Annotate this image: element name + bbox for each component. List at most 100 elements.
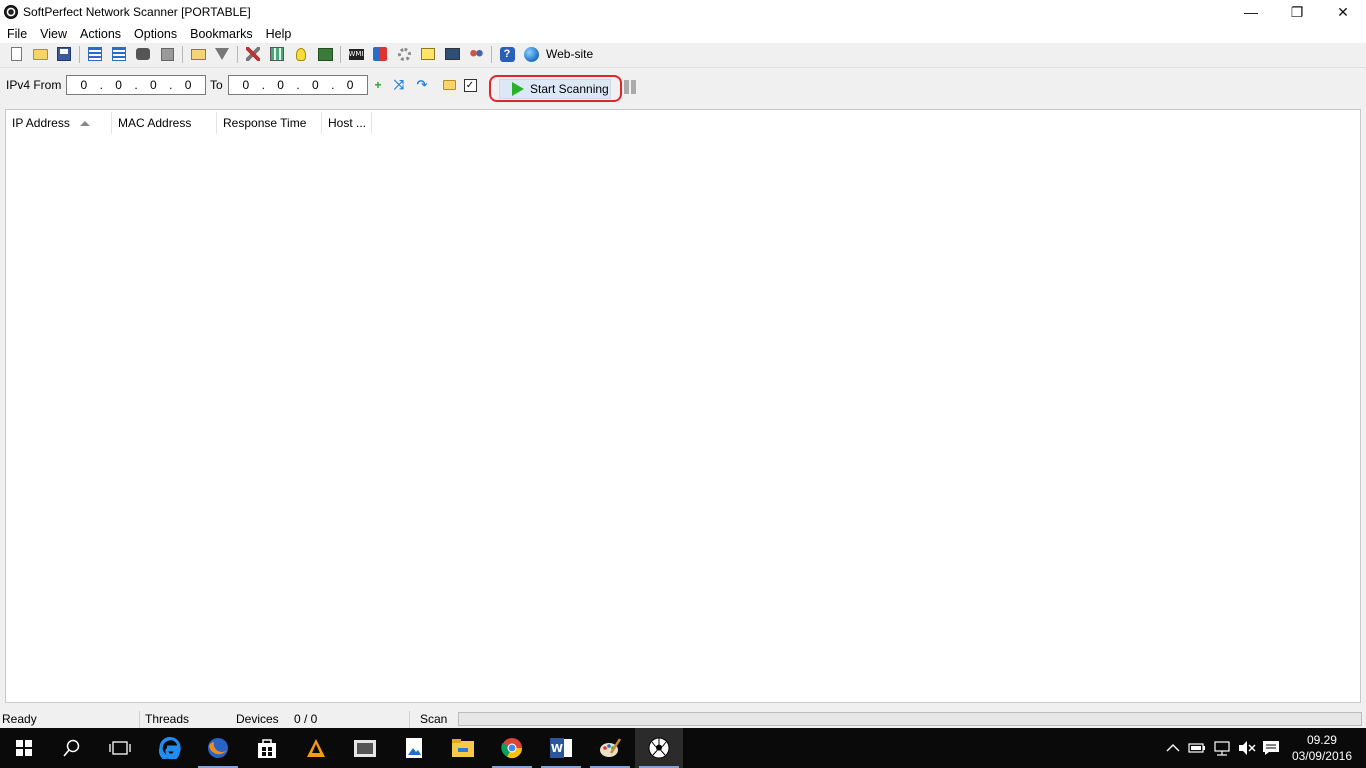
taskbar-clock[interactable]: 09.29 03/09/2016 — [1292, 732, 1352, 764]
ip-board-icon[interactable] — [317, 46, 333, 62]
menu-help[interactable]: Help — [259, 27, 298, 41]
camera-app-icon[interactable] — [341, 728, 389, 768]
start-scanning-button[interactable]: Start Scanning — [499, 79, 611, 99]
ipv4-from-label: IPv4 From — [6, 78, 62, 92]
menu-options[interactable]: Options — [127, 27, 183, 41]
globe-icon[interactable] — [523, 46, 539, 62]
gear-icon[interactable] — [396, 46, 412, 62]
computer-icon[interactable] — [420, 46, 436, 62]
task-view-icon[interactable] — [96, 728, 144, 768]
word-icon[interactable]: W — [537, 728, 585, 768]
search-icon[interactable] — [48, 728, 96, 768]
column-mac-address[interactable]: MAC Address — [112, 112, 217, 134]
ip-from-octet: 0 — [115, 78, 122, 92]
wmi-icon[interactable]: WMI — [348, 46, 364, 62]
lightbulb-icon[interactable] — [293, 46, 309, 62]
column-label: IP Address — [12, 116, 70, 130]
ip-from-octet: 0 — [80, 78, 88, 92]
help-icon[interactable]: ? — [499, 46, 515, 62]
window-title: SoftPerfect Network Scanner [PORTABLE] — [23, 5, 251, 19]
shuffle-icon[interactable]: ⤨ — [391, 77, 407, 93]
start-windows-icon[interactable] — [0, 728, 48, 768]
mail-icon[interactable] — [190, 46, 206, 62]
title-bar: SoftPerfect Network Scanner [PORTABLE] —… — [0, 0, 1366, 24]
column-label: Response Time — [223, 116, 307, 130]
toolbar-separator — [182, 45, 183, 63]
add-list-icon[interactable] — [111, 46, 127, 62]
save-icon[interactable] — [56, 46, 72, 62]
blocks-icon[interactable] — [372, 46, 388, 62]
show-hidden-icons-chevron-icon[interactable] — [1166, 728, 1180, 768]
toolbar-separator — [79, 45, 80, 63]
network-icon[interactable] — [1213, 728, 1231, 768]
clock-date: 03/09/2016 — [1291, 749, 1352, 763]
edge-browser-icon[interactable] — [146, 728, 194, 768]
column-ip-address[interactable]: IP Address — [6, 112, 112, 134]
add-range-icon[interactable]: + — [370, 77, 386, 93]
ip-to-octet: 0 — [277, 78, 284, 92]
ip-to-field[interactable]: 0 . 0 . 0 . 0 — [228, 75, 368, 95]
ip-from-field[interactable]: 0 . 0 . 0 . 0 — [66, 75, 206, 95]
scan-label: Scan — [420, 712, 448, 726]
taskbar: W 09.29 03/09/2016 — [0, 728, 1366, 768]
file-explorer-icon[interactable] — [439, 728, 487, 768]
checkbox-icon[interactable]: ✓ — [462, 77, 478, 93]
folder-icon[interactable] — [441, 77, 457, 93]
filter-icon[interactable] — [214, 46, 230, 62]
clock-time: 09.29 — [1306, 733, 1337, 747]
open-folder-icon[interactable] — [32, 46, 48, 62]
column-host[interactable]: Host ... — [322, 112, 372, 134]
list-header: IP Address MAC Address Response Time Hos… — [6, 112, 372, 134]
play-icon — [512, 82, 524, 96]
status-separator — [409, 711, 410, 728]
network-scanner-taskbar-icon[interactable] — [635, 728, 683, 768]
ip-to-octet: 0 — [312, 78, 319, 92]
devices-count: 0 / 0 — [294, 712, 318, 726]
main-toolbar: WMI ? Web-site — [0, 43, 1366, 65]
find-binoculars-icon[interactable] — [135, 46, 151, 62]
devices-label: Devices — [236, 712, 279, 726]
menu-view[interactable]: View — [33, 27, 73, 41]
toolbar-separator — [237, 45, 238, 63]
network-shares-icon[interactable] — [269, 46, 285, 62]
copy-icon[interactable] — [159, 46, 175, 62]
minimize-button[interactable]: — — [1228, 0, 1274, 24]
window-controls: — ❐ ✕ — [1228, 0, 1366, 24]
new-document-icon[interactable] — [8, 46, 24, 62]
website-link[interactable]: Web-site — [546, 47, 593, 61]
vlc-cone-icon[interactable] — [292, 728, 340, 768]
volume-muted-icon[interactable] — [1238, 728, 1256, 768]
chrome-icon[interactable] — [488, 728, 536, 768]
column-response-time[interactable]: Response Time — [217, 112, 322, 134]
ip-dot: . — [296, 78, 300, 92]
action-center-icon[interactable] — [1262, 728, 1280, 768]
start-scanning-label: Start Scanning — [530, 82, 609, 96]
refresh-arrow-icon[interactable]: ↷ — [414, 77, 430, 93]
firefox-icon[interactable] — [194, 728, 242, 768]
results-list[interactable]: IP Address MAC Address Response Time Hos… — [5, 109, 1361, 703]
scan-progress-bar — [458, 712, 1362, 726]
column-label: Host ... — [328, 116, 367, 130]
paint-icon[interactable] — [586, 728, 634, 768]
store-icon[interactable] — [243, 728, 291, 768]
status-state: Ready — [2, 712, 37, 726]
users-icon[interactable] — [468, 46, 484, 62]
tools-icon[interactable] — [245, 46, 261, 62]
close-button[interactable]: ✕ — [1320, 0, 1366, 24]
ip-dot: . — [169, 78, 173, 92]
pause-icon[interactable] — [624, 80, 636, 94]
ip-from-octet: 0 — [184, 78, 192, 92]
start-scanning-highlight: Start Scanning — [489, 75, 622, 102]
battery-icon[interactable] — [1188, 728, 1206, 768]
photos-icon[interactable] — [390, 728, 438, 768]
menu-actions[interactable]: Actions — [73, 27, 127, 41]
restore-button[interactable]: ❐ — [1274, 0, 1320, 24]
threads-label: Threads — [145, 712, 190, 726]
menu-bar: File View Actions Options Bookmarks Help — [0, 24, 1366, 43]
expand-list-icon[interactable] — [87, 46, 103, 62]
menu-file[interactable]: File — [0, 27, 33, 41]
status-separator — [139, 711, 140, 728]
menu-bookmarks[interactable]: Bookmarks — [183, 27, 259, 41]
column-label: MAC Address — [118, 116, 192, 130]
remote-screen-icon[interactable] — [444, 46, 460, 62]
